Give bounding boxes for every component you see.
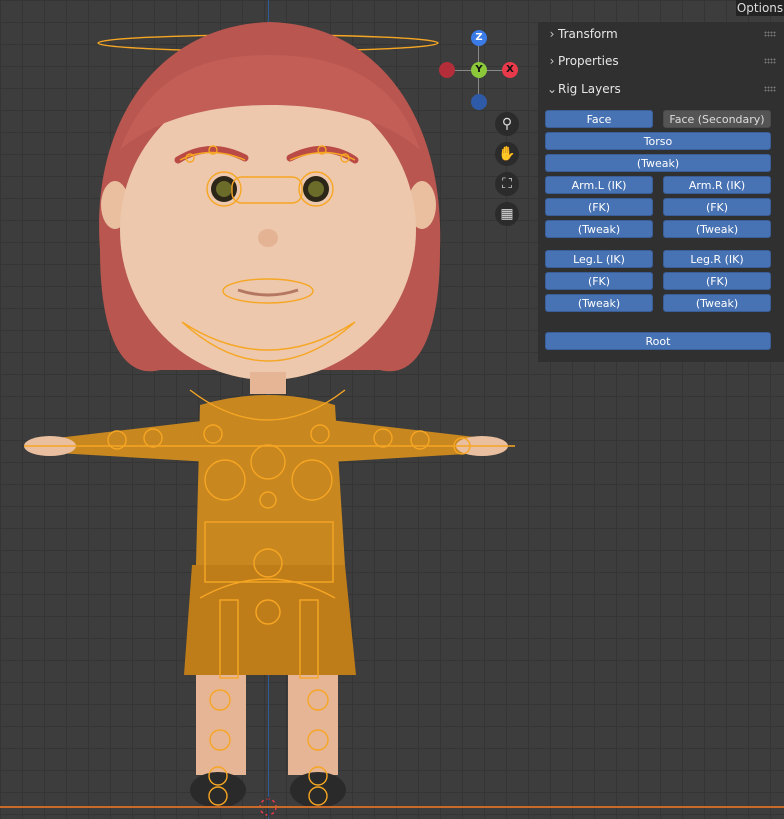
- arm-r-fk-button[interactable]: (FK): [663, 198, 771, 216]
- right-shoe: [290, 772, 346, 808]
- left-iris: [216, 181, 232, 197]
- drag-grip-icon[interactable]: [764, 58, 776, 64]
- chevron-right-icon: ›: [549, 27, 555, 41]
- drag-grip-icon[interactable]: [764, 31, 776, 37]
- chevron-right-icon: ›: [549, 54, 555, 68]
- drag-grip-icon[interactable]: [764, 86, 776, 92]
- chevron-down-icon: ⌄: [546, 82, 558, 96]
- 3d-viewport[interactable]: Z Y X ⚲ ✋ ⛶ ▦ Options › Transform › Prop…: [0, 0, 784, 819]
- transform-section-header[interactable]: › Transform: [538, 22, 784, 46]
- properties-section-header[interactable]: › Properties: [538, 49, 784, 73]
- root-layer-button[interactable]: Root: [545, 332, 771, 350]
- leg-l-tweak-button[interactable]: (Tweak): [545, 294, 653, 312]
- arm-l-tweak-button[interactable]: (Tweak): [545, 220, 653, 238]
- x-axis-line: [0, 806, 784, 808]
- arm-l-fk-button[interactable]: (FK): [545, 198, 653, 216]
- torso-tweak-layer-button[interactable]: (Tweak): [545, 154, 771, 172]
- gizmo-neg-x-axis[interactable]: [439, 62, 455, 78]
- zoom-icon[interactable]: ⚲: [495, 112, 519, 136]
- gizmo-y-axis[interactable]: Y: [471, 62, 487, 78]
- face-secondary-layer-button[interactable]: Face (Secondary): [663, 110, 771, 128]
- camera-icon[interactable]: ⛶: [495, 172, 519, 196]
- right-leg: [288, 675, 338, 775]
- grid-icon[interactable]: ▦: [495, 202, 519, 226]
- hand-pan-icon[interactable]: ✋: [495, 142, 519, 166]
- gizmo-z-axis[interactable]: Z: [471, 30, 487, 46]
- left-shoe: [190, 772, 246, 808]
- gizmo-x-axis[interactable]: X: [502, 62, 518, 78]
- rig-layers-label: Rig Layers: [558, 82, 621, 96]
- properties-label: Properties: [558, 54, 619, 68]
- arm-r-ik-button[interactable]: Arm.R (IK): [663, 176, 771, 194]
- gizmo-neg-z-axis[interactable]: [471, 94, 487, 110]
- options-tab[interactable]: Options: [736, 0, 784, 16]
- sidebar-panel: › Transform › Properties ⌄ Rig Layers Fa…: [538, 22, 784, 362]
- navigation-gizmo[interactable]: Z Y X: [436, 28, 526, 112]
- leg-r-ik-button[interactable]: Leg.R (IK): [663, 250, 771, 268]
- leg-l-ik-button[interactable]: Leg.L (IK): [545, 250, 653, 268]
- leg-r-fk-button[interactable]: (FK): [663, 272, 771, 290]
- rig-layers-section-header[interactable]: ⌄ Rig Layers: [538, 77, 784, 101]
- face-layer-button[interactable]: Face: [545, 110, 653, 128]
- leg-r-tweak-button[interactable]: (Tweak): [663, 294, 771, 312]
- arm-r-tweak-button[interactable]: (Tweak): [663, 220, 771, 238]
- arm-l-ik-button[interactable]: Arm.L (IK): [545, 176, 653, 194]
- neck: [250, 372, 286, 394]
- leg-l-fk-button[interactable]: (FK): [545, 272, 653, 290]
- right-iris: [308, 181, 324, 197]
- torso-layer-button[interactable]: Torso: [545, 132, 771, 150]
- transform-label: Transform: [558, 27, 618, 41]
- nose: [258, 229, 278, 247]
